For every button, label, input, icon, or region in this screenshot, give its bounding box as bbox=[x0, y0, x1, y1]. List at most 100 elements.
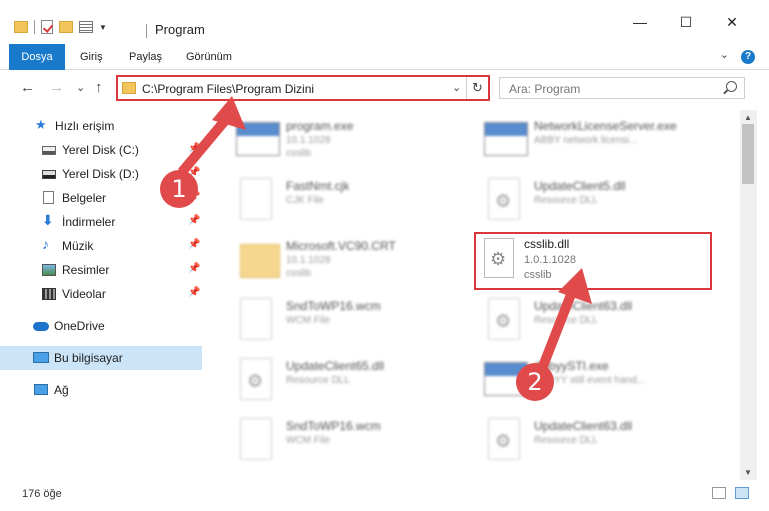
chevron-down-icon[interactable]: ▼ bbox=[99, 23, 107, 32]
file-tile[interactable]: UpdateClient65.dll Resource DLL bbox=[214, 352, 454, 408]
navigation-pane: ★ Hızlı erişim Yerel Disk (C:) 📌 Yerel D… bbox=[0, 110, 204, 480]
status-bar: 176 öğe bbox=[0, 480, 769, 511]
scrollbar-thumb[interactable] bbox=[742, 124, 754, 184]
customize-toolbar-icon[interactable] bbox=[79, 21, 93, 33]
sidebar-item-videos[interactable]: Videolar 📌 bbox=[0, 282, 202, 306]
tiles-view-icon[interactable] bbox=[735, 487, 749, 499]
sidebar-item-label: OneDrive bbox=[54, 319, 105, 333]
forward-button[interactable]: → bbox=[49, 79, 64, 96]
tab-share[interactable]: Paylaş bbox=[129, 44, 162, 70]
file-type: WCM File bbox=[286, 315, 330, 326]
download-icon: ⬇ bbox=[42, 212, 54, 228]
window-title: Program bbox=[146, 22, 205, 38]
file-description: csslib bbox=[286, 148, 312, 159]
computer-icon bbox=[33, 352, 49, 363]
search-input[interactable]: Ara: Program bbox=[499, 77, 745, 99]
help-icon[interactable]: ? bbox=[741, 50, 755, 64]
file-tile[interactable]: UpdateClient63.dll Resource DLL bbox=[462, 412, 702, 468]
sidebar-item-downloads[interactable]: ⬇ İndirmeler 📌 bbox=[0, 210, 202, 234]
file-tile[interactable]: UpdateClient5.dll Resource DLL bbox=[462, 172, 702, 228]
step-badge-2: 2 bbox=[516, 363, 554, 401]
file-tile[interactable]: FastNmt.cjk CJK File bbox=[214, 172, 454, 228]
pin-icon[interactable]: 📌 bbox=[188, 287, 200, 298]
file-tile[interactable]: program.exe 10.1.1028 csslib bbox=[214, 112, 454, 168]
file-icon bbox=[240, 178, 272, 220]
minimize-button[interactable]: — bbox=[617, 14, 663, 30]
sidebar-item-label: Belgeler bbox=[62, 191, 107, 205]
folder-icon[interactable] bbox=[14, 21, 28, 33]
highlighted-file-tile[interactable]: csslib.dll 1.0.1.1028 csslib bbox=[474, 232, 712, 290]
file-name: csslib.dll bbox=[524, 237, 570, 251]
file-tile[interactable]: NetworkLicenseServer.exe ABBY network li… bbox=[462, 112, 702, 168]
file-type: CJK File bbox=[286, 195, 324, 206]
sidebar-item-drive-c[interactable]: Yerel Disk (C:) 📌 bbox=[0, 138, 202, 162]
refresh-button[interactable]: ↻ bbox=[466, 77, 488, 99]
sidebar-item-network[interactable]: Ağ bbox=[0, 378, 202, 402]
file-type: Resource DLL bbox=[534, 315, 598, 326]
tab-home[interactable]: Giriş bbox=[80, 44, 103, 70]
executable-icon bbox=[484, 122, 528, 156]
file-name: UpdateClient65.dll bbox=[286, 359, 385, 373]
address-bar[interactable]: C:\Program Files\Program Dizini ⌄ ↻ bbox=[116, 75, 490, 101]
title-bar: ▼ Program — ☐ ✕ bbox=[0, 0, 769, 44]
file-name: UpdateClient63.dll bbox=[534, 299, 633, 313]
sidebar-item-quick-access[interactable]: ★ Hızlı erişim bbox=[0, 114, 202, 138]
navigation-bar: ← → ⌄ ↑ C:\Program Files\Program Dizini … bbox=[0, 70, 769, 106]
executable-icon bbox=[236, 122, 280, 156]
maximize-button[interactable]: ☐ bbox=[663, 14, 709, 31]
sidebar-item-this-pc[interactable]: Bu bilgisayar bbox=[0, 346, 202, 370]
sidebar-item-onedrive[interactable]: OneDrive bbox=[0, 314, 202, 338]
search-icon[interactable] bbox=[726, 81, 737, 92]
back-button[interactable]: ← bbox=[20, 79, 35, 96]
pin-icon[interactable]: 📌 bbox=[188, 239, 200, 250]
scroll-up-icon[interactable]: ▲ bbox=[744, 113, 752, 122]
file-type: Resource DLL bbox=[286, 375, 350, 386]
chevron-down-icon[interactable]: ⌄ bbox=[452, 81, 461, 94]
file-tile[interactable]: UpdateClient63.dll Resource DLL bbox=[462, 292, 702, 348]
pin-icon[interactable]: 📌 bbox=[188, 215, 200, 226]
file-tile[interactable]: SndToWP16.wcm WCM File bbox=[214, 292, 454, 348]
properties-check-icon[interactable] bbox=[41, 20, 53, 34]
folder-icon bbox=[240, 244, 280, 278]
file-tile[interactable]: Microsoft.VC90.CRT 10.1.1028 csslib bbox=[214, 232, 454, 288]
file-name: UpdateClient5.dll bbox=[534, 179, 626, 193]
pin-icon[interactable]: 📌 bbox=[188, 263, 200, 274]
search-placeholder: Ara: Program bbox=[509, 82, 581, 96]
pin-icon[interactable]: 📌 bbox=[188, 143, 200, 154]
videos-icon bbox=[42, 288, 56, 300]
file-version: 10.1.1028 bbox=[286, 255, 331, 266]
file-icon bbox=[240, 418, 272, 460]
file-name: SndToWP16.wcm bbox=[286, 299, 381, 313]
sidebar-item-label: Ağ bbox=[54, 383, 69, 397]
tab-file[interactable]: Dosya bbox=[9, 44, 65, 70]
sidebar-item-music[interactable]: ♪ Müzik 📌 bbox=[0, 234, 202, 258]
vertical-scrollbar[interactable]: ▲ ▼ bbox=[740, 110, 757, 480]
music-icon: ♪ bbox=[42, 236, 49, 252]
sidebar-item-label: Yerel Disk (D:) bbox=[62, 167, 139, 181]
sidebar-item-label: Bu bilgisayar bbox=[54, 351, 123, 365]
expand-ribbon-icon[interactable]: ⌄ bbox=[720, 48, 729, 61]
dll-file-icon bbox=[484, 238, 514, 278]
file-name: NetworkLicenseServer.exe bbox=[534, 119, 677, 133]
documents-icon bbox=[43, 191, 54, 204]
sidebar-item-label: Hızlı erişim bbox=[55, 119, 115, 133]
sidebar-item-label: Yerel Disk (C:) bbox=[62, 143, 139, 157]
new-folder-icon[interactable] bbox=[59, 21, 73, 33]
item-count: 176 öğe bbox=[22, 488, 62, 500]
file-name: Microsoft.VC90.CRT bbox=[286, 239, 396, 253]
recent-locations-button[interactable]: ⌄ bbox=[76, 81, 85, 94]
tab-view[interactable]: Görünüm bbox=[186, 44, 232, 70]
file-list: program.exe 10.1.1028 csslib NetworkLice… bbox=[204, 110, 740, 480]
scroll-down-icon[interactable]: ▼ bbox=[744, 468, 752, 477]
up-button[interactable]: ↑ bbox=[95, 79, 103, 96]
details-view-icon[interactable] bbox=[712, 487, 726, 499]
file-description: ABBY network licensi... bbox=[534, 135, 638, 146]
file-description: csslib bbox=[524, 269, 552, 281]
file-tile[interactable]: AbbyySTI.exe ABBYY still event hand... bbox=[462, 352, 702, 408]
sidebar-item-pictures[interactable]: Resimler 📌 bbox=[0, 258, 202, 282]
sidebar-item-label: Resimler bbox=[62, 263, 110, 277]
close-button[interactable]: ✕ bbox=[709, 14, 755, 31]
file-icon bbox=[240, 298, 272, 340]
file-tile[interactable]: SndToWP16.wcm WCM File bbox=[214, 412, 454, 468]
address-path[interactable]: C:\Program Files\Program Dizini bbox=[142, 82, 314, 96]
